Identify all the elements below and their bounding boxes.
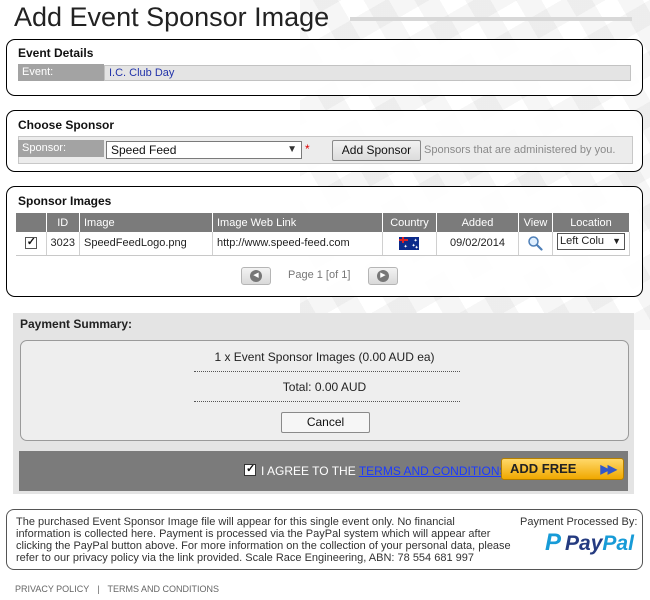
event-label: Event: [18, 64, 104, 81]
page-title: Add Event Sponsor Image [14, 2, 330, 32]
footer-separator: | [97, 584, 100, 594]
table-row: 3023 SpeedFeedLogo.png http://www.speed-… [16, 232, 630, 256]
sponsor-label: Sponsor: [18, 140, 104, 157]
add-sponsor-button[interactable]: Add Sponsor [332, 140, 421, 161]
pager-text: Page 1 [of 1] [288, 269, 351, 281]
agree-prefix: I AGREE TO THE [261, 464, 359, 478]
choose-sponsor-panel: Choose Sponsor Sponsor: Speed Feed ▼ * A… [6, 110, 643, 172]
payment-total: Total: 0.00 AUD [282, 380, 367, 394]
payment-notice: The purchased Event Sponsor Image file w… [6, 509, 643, 570]
payment-processed-label: Payment Processed By: [520, 516, 638, 528]
added-column-header: Added [436, 213, 519, 232]
row-added-date: 09/02/2014 [436, 232, 519, 256]
row-id: 3023 [46, 232, 80, 256]
select-column-header [16, 213, 47, 232]
paypal-logo: P PayPal [545, 529, 634, 557]
row-country: ✦ ✦ ✦ ✦ [382, 232, 437, 256]
arrow-left-icon: ◀ [250, 270, 262, 282]
row-image-name: SpeedFeedLogo.png [79, 232, 213, 256]
cancel-button[interactable]: Cancel [281, 412, 370, 433]
payment-heading: Payment Summary: [20, 317, 133, 331]
agree-text: I AGREE TO THE TERMS AND CONDITIONS [261, 464, 508, 478]
double-arrow-right-icon: ▶▶ [600, 462, 618, 476]
chevron-down-icon: ▼ [610, 234, 623, 250]
add-free-button[interactable]: ADD FREE ▶▶ [501, 458, 624, 480]
chevron-down-icon: ▼ [287, 144, 297, 155]
location-column-header: Location [552, 213, 630, 232]
event-value: I.C. Club Day [104, 65, 631, 81]
previous-page-button[interactable]: ◀ [241, 267, 271, 285]
image-column-header: Image [79, 213, 213, 232]
terms-link[interactable]: TERMS AND CONDITIONS [359, 464, 508, 478]
australia-flag-icon: ✦ ✦ ✦ ✦ [399, 236, 420, 251]
add-free-label: ADD FREE [510, 461, 577, 476]
terms-conditions-link[interactable]: TERMS AND CONDITIONS [108, 584, 220, 594]
event-details-heading: Event Details [18, 46, 94, 60]
payment-summary: Payment Summary: 1 x Event Sponsor Image… [13, 313, 634, 494]
paypal-mark-icon: P [545, 529, 562, 556]
paypal-word-pal: Pal [602, 532, 634, 555]
sponsor-select-value: Speed Feed [111, 143, 177, 157]
paypal-word-pay: Pay [565, 532, 603, 555]
notice-text: The purchased Event Sponsor Image file w… [16, 516, 511, 564]
location-select[interactable]: Left Colu ▼ [556, 233, 625, 251]
title-rule [350, 17, 632, 21]
payment-line-item: 1 x Event Sponsor Images (0.00 AUD ea) [214, 350, 435, 364]
row-select-cell [16, 232, 47, 256]
sponsor-select[interactable]: Speed Feed ▼ [106, 141, 302, 159]
sponsor-hint: Sponsors that are administered by you. [424, 144, 616, 156]
location-select-value: Left Colu [559, 235, 605, 248]
row-checkbox[interactable] [24, 235, 37, 250]
footer: PRIVACY POLICY | TERMS AND CONDITIONS [15, 584, 219, 594]
magnifier-icon[interactable] [527, 235, 544, 251]
arrow-right-icon: ▶ [377, 270, 389, 282]
link-column-header: Image Web Link [212, 213, 383, 232]
choose-sponsor-heading: Choose Sponsor [18, 118, 115, 132]
sponsor-images-table: ID Image Image Web Link Country Added Vi… [16, 213, 630, 256]
view-column-header: View [518, 213, 553, 232]
required-mark: * [305, 142, 310, 156]
privacy-policy-link[interactable]: PRIVACY POLICY [15, 584, 89, 594]
row-view [518, 232, 553, 256]
divider [194, 401, 460, 402]
row-location: Left Colu ▼ [552, 232, 630, 256]
event-details-panel: Event Details Event: I.C. Club Day [6, 39, 643, 96]
payment-details-box: 1 x Event Sponsor Images (0.00 AUD ea) T… [20, 340, 629, 441]
next-page-button[interactable]: ▶ [368, 267, 398, 285]
table-header-row: ID Image Image Web Link Country Added Vi… [16, 213, 630, 232]
id-column-header: ID [46, 213, 80, 232]
divider [194, 371, 460, 372]
country-column-header: Country [382, 213, 437, 232]
sponsor-images-heading: Sponsor Images [18, 194, 112, 208]
row-web-link: http://www.speed-feed.com [212, 232, 383, 256]
agree-checkbox[interactable] [244, 462, 256, 476]
